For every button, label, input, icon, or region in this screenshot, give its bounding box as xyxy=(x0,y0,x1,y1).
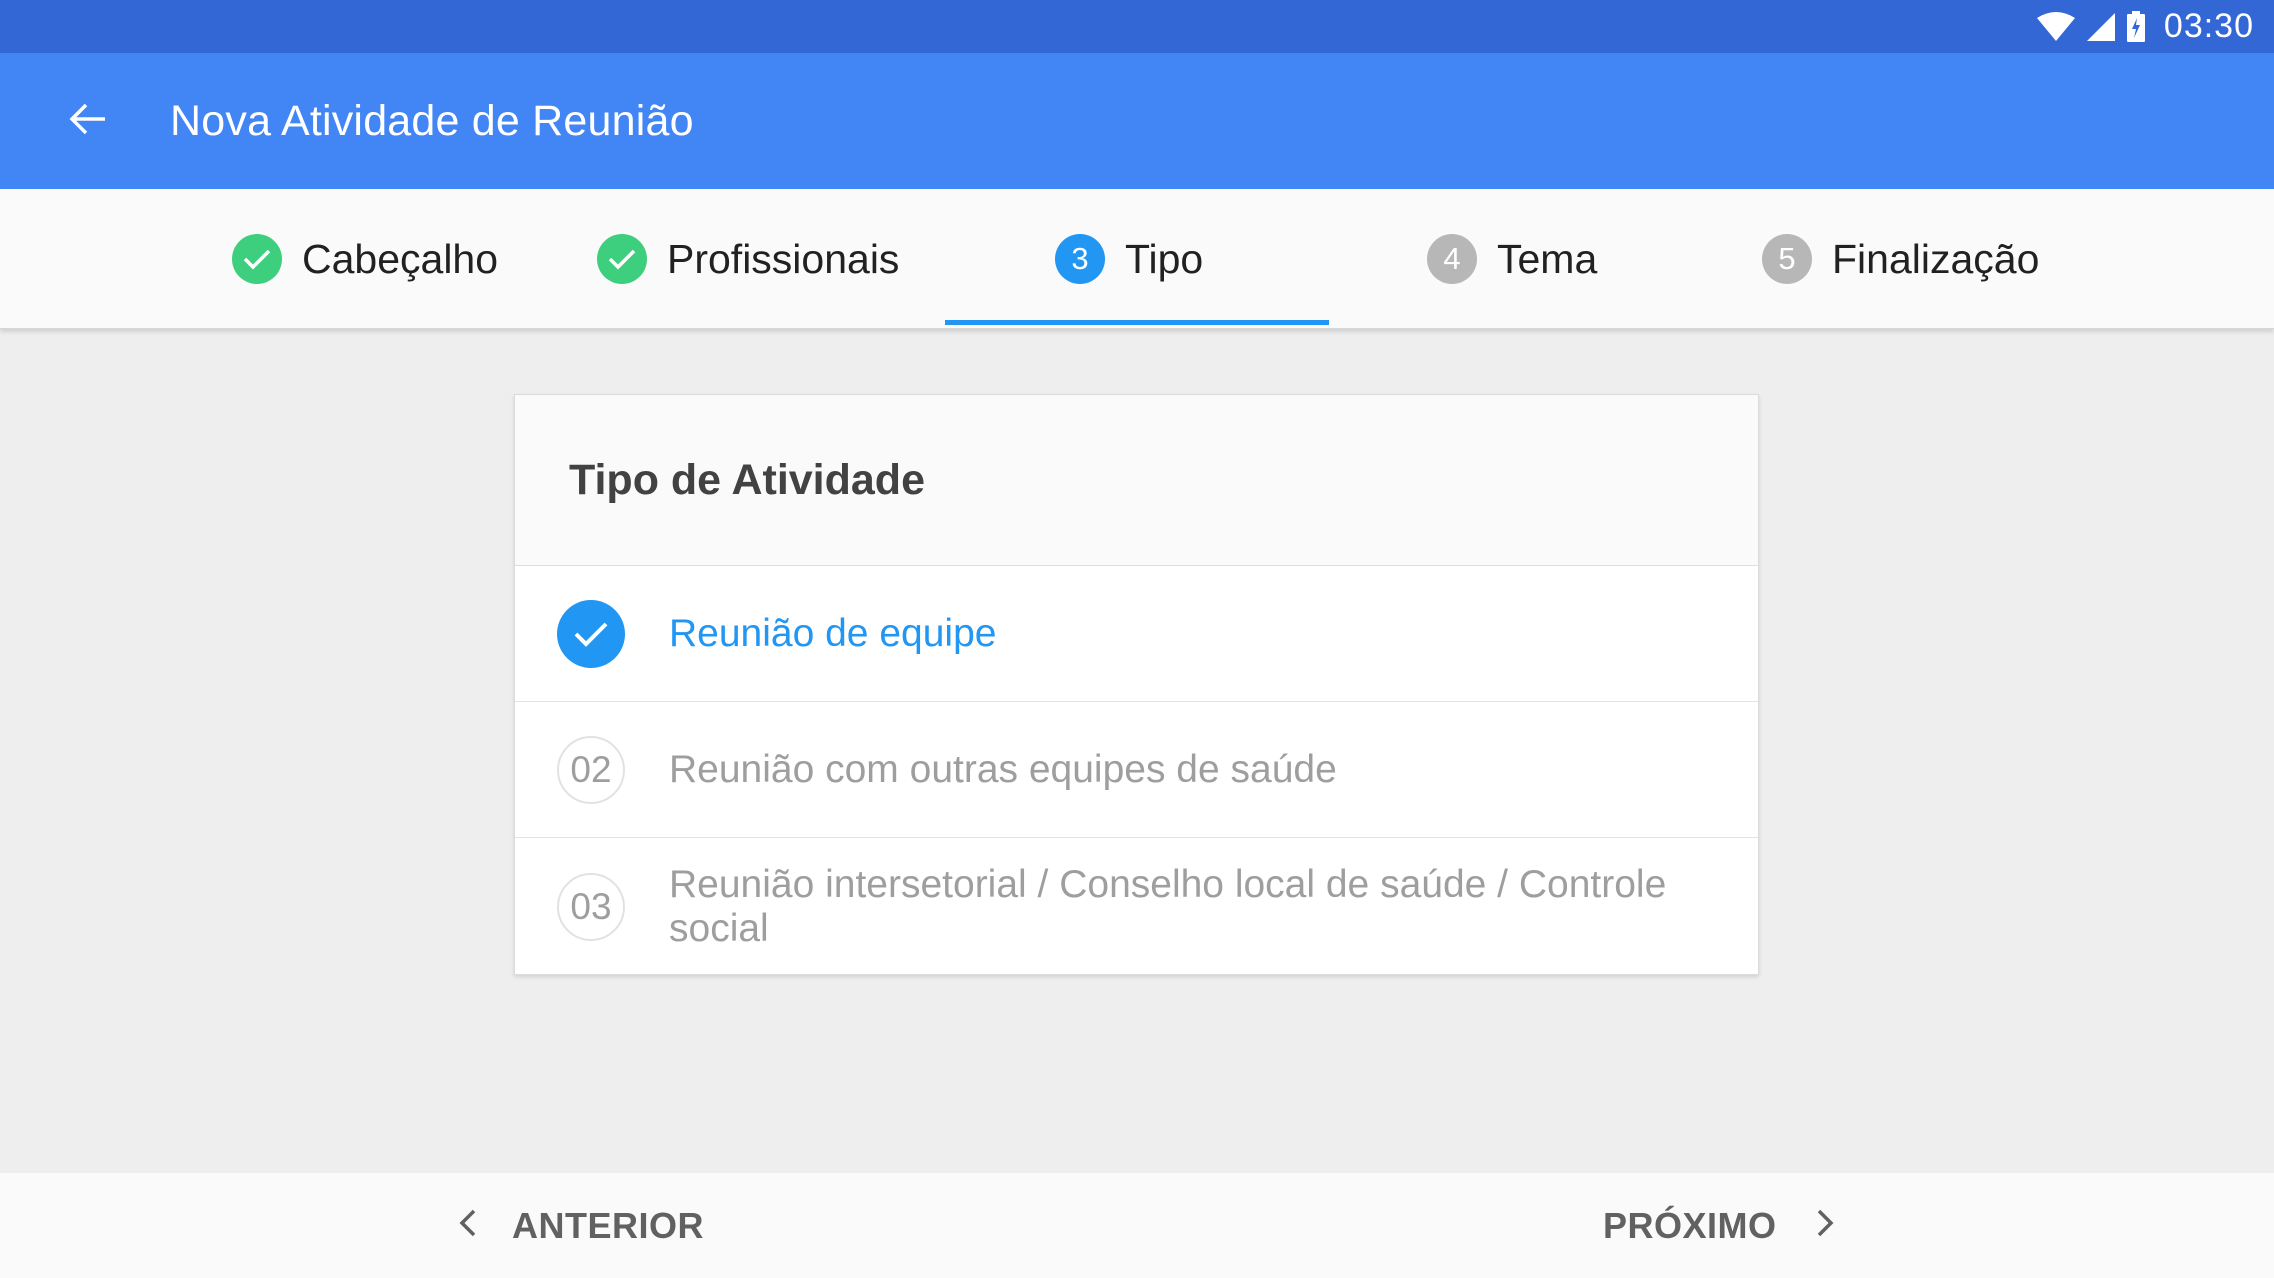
option-code: 03 xyxy=(557,872,625,941)
step-tema[interactable]: 4 Tema xyxy=(1427,189,1597,329)
activity-type-card: Tipo de Atividade Reunião de equipe 02 R… xyxy=(514,394,1759,975)
option-label: Reunião de equipe xyxy=(669,611,997,655)
next-button[interactable]: PRÓXIMO xyxy=(1603,1173,1835,1278)
check-circle-icon xyxy=(557,599,625,668)
card-title: Tipo de Atividade xyxy=(569,455,925,504)
chevron-left-icon xyxy=(458,1205,478,1247)
chevron-right-icon xyxy=(1815,1205,1835,1247)
previous-button[interactable]: ANTERIOR xyxy=(458,1173,704,1278)
back-button[interactable] xyxy=(58,91,118,151)
option-code: 02 xyxy=(557,735,625,804)
active-step-indicator xyxy=(945,320,1329,325)
step-profissionais[interactable]: Profissionais xyxy=(597,189,899,329)
check-icon xyxy=(232,234,282,284)
step-number-badge: 5 xyxy=(1762,234,1812,284)
step-tipo[interactable]: 3 Tipo xyxy=(1055,189,1203,329)
option-reuniao-outras-equipes[interactable]: 02 Reunião com outras equipes de saúde xyxy=(515,702,1758,838)
status-bar: 03:30 xyxy=(0,0,2274,53)
check-icon xyxy=(597,234,647,284)
step-label: Cabeçalho xyxy=(302,235,499,282)
step-number-badge: 3 xyxy=(1055,234,1105,284)
card-header: Tipo de Atividade xyxy=(515,395,1758,566)
battery-charging-icon xyxy=(2126,10,2146,43)
bottom-navigation: ANTERIOR PRÓXIMO xyxy=(0,1173,2274,1278)
step-label: Finalização xyxy=(1832,235,2040,282)
step-cabecalho[interactable]: Cabeçalho xyxy=(232,189,498,329)
next-label: PRÓXIMO xyxy=(1603,1204,1777,1246)
step-number-badge: 4 xyxy=(1427,234,1477,284)
option-reuniao-intersetorial[interactable]: 03 Reunião intersetorial / Conselho loca… xyxy=(515,838,1758,975)
step-finalizacao[interactable]: 5 Finalização xyxy=(1762,189,2039,329)
arrow-back-icon xyxy=(69,102,107,141)
option-label: Reunião intersetorial / Conselho local d… xyxy=(669,862,1667,950)
step-label: Tema xyxy=(1497,235,1598,282)
previous-label: ANTERIOR xyxy=(512,1204,704,1246)
cell-signal-icon xyxy=(2086,12,2116,42)
app-bar: Nova Atividade de Reunião xyxy=(0,53,2274,189)
step-label: Profissionais xyxy=(667,235,900,282)
option-label: Reunião com outras equipes de saúde xyxy=(669,747,1337,791)
step-label: Tipo xyxy=(1125,235,1204,282)
option-reuniao-de-equipe[interactable]: Reunião de equipe xyxy=(515,566,1758,702)
status-time: 03:30 xyxy=(2163,7,2254,45)
stepper: Cabeçalho Profissionais 3 Tipo 4 Tema 5 … xyxy=(0,189,2274,329)
page-title: Nova Atividade de Reunião xyxy=(170,96,694,145)
wifi-icon xyxy=(2036,11,2076,42)
